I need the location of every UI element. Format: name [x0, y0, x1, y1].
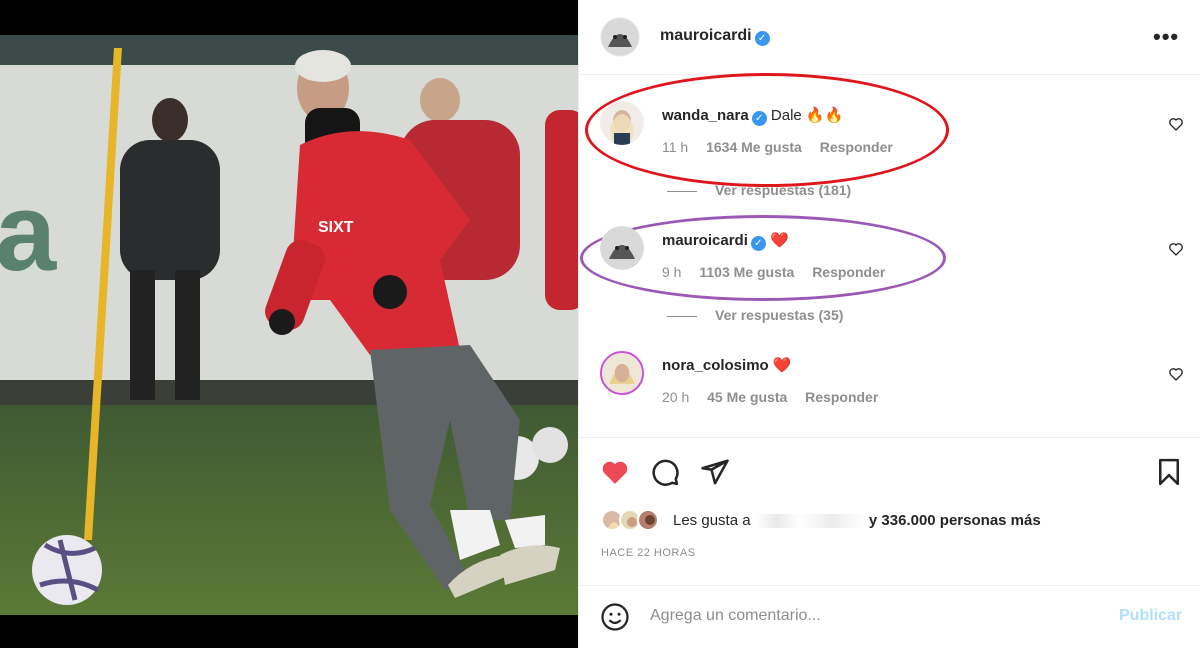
blurred-names: , [754, 514, 865, 529]
comment-input[interactable] [650, 604, 1090, 628]
training-photo-illustration: a SIXT [0, 0, 578, 648]
likes-prefix: Les gusta a [673, 512, 751, 529]
author-username[interactable]: mauroicardi [660, 27, 752, 44]
heart-outline-icon[interactable] [1168, 366, 1184, 382]
reply-button[interactable]: Responder [820, 139, 893, 155]
comment-text: ❤️ [772, 357, 792, 374]
commenter-avatar[interactable] [600, 226, 644, 270]
verified-badge-icon: ✓ [750, 236, 766, 251]
replies-divider [667, 315, 697, 317]
bookmark-icon[interactable] [1154, 457, 1184, 487]
post-photo[interactable]: a SIXT [0, 0, 578, 648]
add-comment-bar: Publicar [579, 585, 1200, 648]
post-header: mauroicardi ✓ ••• [579, 0, 1200, 75]
smile-icon[interactable] [600, 602, 630, 632]
comment-username[interactable]: mauroicardi [662, 232, 748, 249]
send-icon[interactable] [700, 457, 730, 487]
comment-likes[interactable]: 1103 Me gusta [699, 264, 794, 280]
heart-outline-icon[interactable] [1168, 116, 1184, 132]
svg-text:a: a [0, 171, 57, 294]
post-actions: Les gusta a , y 336.000 personas más HAC… [579, 437, 1200, 585]
heart-filled-icon[interactable] [600, 457, 630, 487]
view-replies-label[interactable]: Ver respuestas (181) [715, 182, 851, 198]
post-detail-panel: mauroicardi ✓ ••• wanda_nara ✓ Dale 🔥🔥 11 … [578, 0, 1200, 648]
comment-icon[interactable] [650, 457, 680, 487]
comment-username[interactable]: wanda_nara [662, 107, 749, 124]
comment-time[interactable]: 20 h [662, 389, 689, 405]
comment-likes[interactable]: 1634 Me gusta [706, 139, 802, 155]
view-replies[interactable]: Ver respuestas (35) [667, 307, 843, 323]
liker-avatar [637, 509, 659, 531]
author-avatar[interactable] [600, 17, 640, 57]
commenter-avatar[interactable] [600, 351, 644, 395]
post-timestamp[interactable]: HACE 22 HORAS [601, 547, 696, 559]
verified-badge-icon: ✓ [751, 111, 767, 126]
comment-text: ❤️ [770, 232, 789, 249]
commenter-avatar[interactable] [600, 101, 644, 145]
heart-outline-icon[interactable] [1168, 241, 1184, 257]
replies-divider [667, 190, 697, 192]
view-replies-label[interactable]: Ver respuestas (35) [715, 307, 843, 323]
more-horizontal-icon[interactable]: ••• [1153, 24, 1179, 50]
comment-likes[interactable]: 45 Me gusta [707, 389, 787, 405]
comment-text: Dale 🔥🔥 [770, 107, 844, 124]
reply-button[interactable]: Responder [812, 264, 885, 280]
reply-button[interactable]: Responder [805, 389, 878, 405]
comment-time[interactable]: 11 h [662, 139, 688, 155]
svg-text:SIXT: SIXT [318, 219, 354, 236]
comment-time[interactable]: 9 h [662, 264, 681, 280]
comment-username[interactable]: nora_colosimo [662, 357, 769, 374]
likes-count[interactable]: y 336.000 personas más [869, 512, 1041, 529]
verified-badge-icon: ✓ [754, 31, 770, 46]
publish-button[interactable]: Publicar [1119, 607, 1182, 625]
view-replies[interactable]: Ver respuestas (181) [667, 182, 851, 198]
